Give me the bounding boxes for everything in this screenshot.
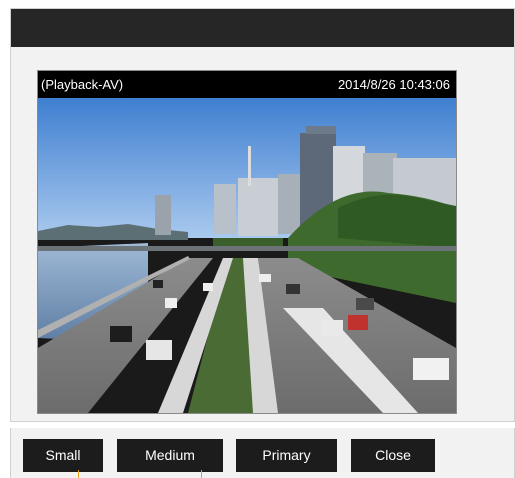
primary-size-button[interactable]: Primary — [236, 439, 337, 472]
video-timestamp: 2014/8/26 10:43:06 — [337, 77, 450, 92]
close-button[interactable]: Close — [351, 439, 435, 472]
video-osd-bar: (Playback-AV) 2014/8/26 10:43:06 — [38, 71, 456, 98]
medium-size-button[interactable]: Medium — [117, 439, 223, 472]
pointer-marker — [78, 470, 79, 478]
window-title-bar[interactable] — [11, 9, 514, 47]
playback-mode-label: (Playback-AV) — [41, 77, 124, 92]
pointer-marker — [201, 470, 202, 478]
highway-city-scene-image — [38, 98, 456, 413]
view-size-button-row: Small Medium Primary Close — [10, 428, 515, 478]
video-viewer[interactable]: (Playback-AV) 2014/8/26 10:43:06 — [37, 70, 457, 414]
playback-window: (Playback-AV) 2014/8/26 10:43:06 — [10, 8, 515, 422]
small-size-button[interactable]: Small — [23, 439, 103, 472]
playback-window-stage: (Playback-AV) 2014/8/26 10:43:06 Small M… — [0, 0, 515, 478]
